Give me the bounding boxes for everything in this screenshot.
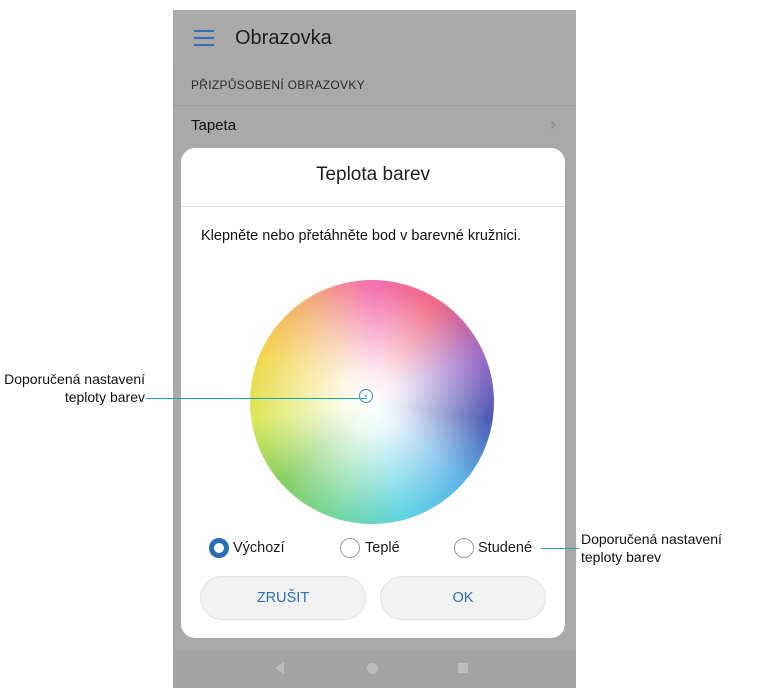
recents-icon[interactable]: [458, 663, 468, 673]
section-heading: PŘIZPŮSOBENÍ OBRAZOVKY: [191, 78, 365, 92]
navigation-bar: [173, 650, 576, 688]
dialog-title: Teplota barev: [315, 164, 431, 185]
menu-icon[interactable]: [194, 30, 214, 46]
phone-screen: Obrazovka PŘIZPŮSOBENÍ OBRAZOVKY Tapeta …: [173, 10, 576, 688]
divider: [173, 105, 576, 106]
color-wheel[interactable]: [250, 280, 494, 524]
page-title: Obrazovka: [235, 27, 332, 49]
radio-label-warm[interactable]: Teplé: [365, 540, 400, 556]
ok-button[interactable]: OK: [380, 576, 546, 620]
home-icon[interactable]: [367, 663, 378, 674]
back-icon[interactable]: [275, 662, 284, 674]
cancel-button[interactable]: ZRUŠIT: [200, 576, 366, 620]
ok-button-label: OK: [452, 590, 474, 606]
radio-label-cold[interactable]: Studené: [478, 540, 532, 556]
settings-item-tapeta[interactable]: Tapeta: [191, 117, 236, 134]
dialog-divider: [181, 206, 565, 207]
radio-default[interactable]: [209, 538, 229, 558]
dialog-instruction: Klepněte nebo přetáhněte bod v barevné k…: [201, 228, 522, 244]
radio-cold[interactable]: [454, 538, 474, 558]
callout-right-line: [541, 548, 579, 549]
radio-label-default[interactable]: Výchozí: [233, 540, 285, 556]
radio-warm[interactable]: [340, 538, 360, 558]
callout-left-label: Doporučená nastavení teploty barev: [4, 371, 145, 405]
color-point-handle[interactable]: [359, 389, 373, 403]
chevron-right-icon: ›: [550, 114, 556, 134]
callout-right-label: Doporučená nastavení teploty barev: [581, 531, 722, 565]
callout-left-line: [146, 398, 367, 399]
cancel-button-label: ZRUŠIT: [256, 590, 310, 606]
color-temperature-dialog: Teplota barev Klepněte nebo přetáhněte b…: [181, 148, 565, 638]
app-bar: Obrazovka: [173, 10, 576, 66]
